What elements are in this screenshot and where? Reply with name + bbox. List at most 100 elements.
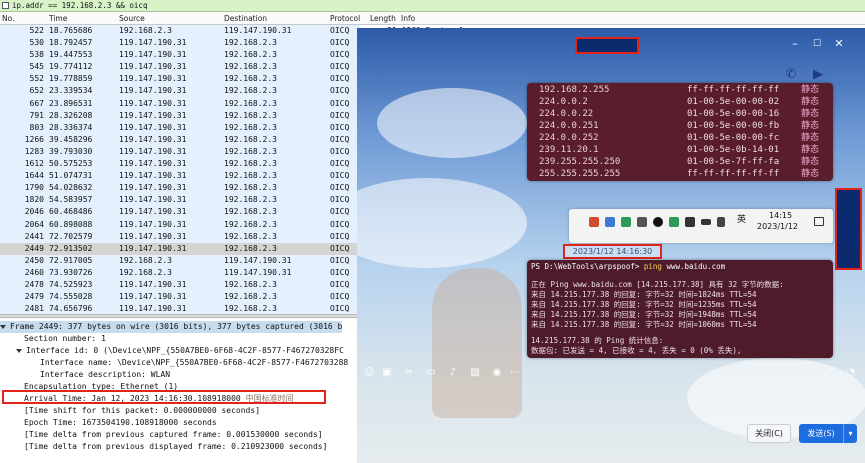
packet-row[interactable]: 1612 50.575253 119.147.190.31 192.168.2.3 OI… xyxy=(0,158,360,171)
image-icon[interactable]: ▨ xyxy=(469,367,481,379)
packet-row[interactable]: 538 19.447553 119.147.190.31 192.168.2.3 OIC… xyxy=(0,49,360,62)
packet-protocol: OICQ xyxy=(330,243,350,253)
packet-no: 791 xyxy=(29,110,44,120)
input-toolbar: ☺ ▣ ✂ ▭ ♪ ▨ ◉ ⋯ ⤢ ◔ xyxy=(357,362,865,384)
ping-output-line: 正在 Ping www.baidu.com [14.215.177.38] 具有… xyxy=(531,280,784,289)
packet-row[interactable]: 545 19.774112 119.147.190.31 192.168.2.3 OIC… xyxy=(0,61,360,74)
arp-table-screenshot[interactable]: 192.168.2.255 ff-ff-ff-ff-ff-ff 静态 224.0.0… xyxy=(527,83,833,181)
more-icon[interactable]: ⋯ xyxy=(509,367,521,379)
detail-interface-name-line[interactable]: Interface name: \Device\NPF_{550A7BE0-6F… xyxy=(40,357,348,369)
packet-protocol: OICQ xyxy=(330,231,350,241)
packet-row[interactable]: 2449 72.913502 119.147.190.31 192.168.2.3 OI… xyxy=(0,242,360,255)
folder-icon[interactable]: ▭ xyxy=(425,367,437,379)
gif-icon[interactable]: ▣ xyxy=(381,367,393,379)
packet-row[interactable]: 1283 39.793030 119.147.190.31 192.168.2.3 OI… xyxy=(0,145,360,159)
close-button[interactable]: 关闭(C) xyxy=(747,424,791,443)
ping-terminal-screenshot[interactable]: PS D:\WebTools\arpspoof> ping www.baidu.… xyxy=(527,260,833,358)
expand-arrow-icon[interactable] xyxy=(16,348,22,353)
packet-source: 119.147.190.31 xyxy=(119,292,187,302)
send-button[interactable]: 发送(S) xyxy=(799,424,843,443)
packet-time: 19.774112 xyxy=(49,62,93,72)
packet-row[interactable]: 1644 51.074731 119.147.190.31 192.168.2.3 OI… xyxy=(0,170,360,183)
packet-source: 119.147.190.31 xyxy=(119,183,187,193)
music-icon[interactable]: ♪ xyxy=(447,367,459,379)
minimize-icon[interactable]: – xyxy=(788,37,802,51)
packet-row[interactable]: 530 18.792457 119.147.190.31 192.168.2.3 OIC… xyxy=(0,37,360,50)
packet-row[interactable]: 652 23.339534 119.147.190.31 192.168.2.3 OIC… xyxy=(0,85,360,98)
packet-row[interactable]: 1820 54.583957 119.147.190.31 192.168.2.3 OI… xyxy=(0,194,360,207)
packet-row[interactable]: 1790 54.028632 119.147.190.31 192.168.2.3 OI… xyxy=(0,182,360,195)
column-header-info[interactable]: Info xyxy=(401,14,415,24)
detail-time-shift-line[interactable]: [Time shift for this packet: 0.000000000… xyxy=(24,405,260,417)
packet-no: 2479 xyxy=(24,292,44,302)
detail-section-line[interactable]: Section number: 1 xyxy=(24,333,106,345)
maximize-icon[interactable]: ☐ xyxy=(810,37,824,51)
packet-no: 545 xyxy=(29,62,44,72)
packet-row[interactable]: 791 28.326208 119.147.190.31 192.168.2.3 OIC… xyxy=(0,109,360,122)
taskbar-screenshot[interactable]: 英 14:15 2023/1/12 xyxy=(569,209,833,243)
app-icon xyxy=(621,217,631,227)
ping-output-line: 数据包: 已发送 = 4, 已接收 = 4, 丢失 = 0 (0% 丢失), xyxy=(531,346,742,355)
detail-delta-captured-line[interactable]: [Time delta from previous captured frame… xyxy=(24,429,323,441)
expand-icon[interactable]: ⤢ xyxy=(823,367,835,379)
packet-source: 119.147.190.31 xyxy=(119,134,187,144)
packet-time: 28.336374 xyxy=(49,122,93,132)
shake-icon[interactable]: ◉ xyxy=(491,367,503,379)
column-header-no[interactable]: No. xyxy=(2,14,14,24)
packet-destination: 192.168.2.3 xyxy=(224,62,277,72)
detail-frame-line[interactable]: Frame 2449: 377 bytes on wire (3016 bits… xyxy=(0,321,343,333)
packet-row[interactable]: 2478 74.525923 119.147.190.31 192.168.2.3 OI… xyxy=(0,278,360,292)
packet-row[interactable]: 552 19.778859 119.147.190.31 192.168.2.3 OIC… xyxy=(0,73,360,86)
packet-no: 1283 xyxy=(24,146,44,156)
packet-no: 1820 xyxy=(24,195,44,205)
packet-destination: 119.147.190.31 xyxy=(224,26,292,35)
packet-row[interactable]: 2450 72.917005 192.168.2.3 119.147.190.31 OI… xyxy=(0,254,360,267)
background-illustration xyxy=(432,268,522,418)
column-header-protocol[interactable]: Protocol xyxy=(330,14,360,24)
packet-row[interactable]: 522 18.765686 192.168.2.3 119.147.190.31 OIC… xyxy=(0,25,360,38)
display-filter-input[interactable]: ip.addr == 192.168.2.3 && oicq xyxy=(12,1,147,11)
packet-source: 119.147.190.31 xyxy=(119,38,187,48)
app-icon xyxy=(669,217,679,227)
column-header-length[interactable]: Length xyxy=(370,14,396,24)
packet-row[interactable]: 2479 74.555028 119.147.190.31 192.168.2.3 OI… xyxy=(0,291,360,304)
packet-no: 538 xyxy=(29,50,44,60)
app-icon xyxy=(637,217,647,227)
battery-icon xyxy=(701,219,711,225)
packet-protocol: OICQ xyxy=(330,86,350,96)
packet-destination: 192.168.2.3 xyxy=(224,279,277,289)
close-icon[interactable]: ✕ xyxy=(832,37,846,51)
history-icon[interactable]: ◔ xyxy=(845,367,857,379)
column-header-time[interactable]: Time xyxy=(49,14,67,24)
packet-no: 2441 xyxy=(24,231,44,241)
send-options-chevron-icon[interactable]: ▾ xyxy=(843,424,857,443)
screenshot-icon[interactable]: ✂ xyxy=(403,367,415,379)
voice-call-icon[interactable]: ✆ xyxy=(782,66,800,84)
detail-interface-desc-line[interactable]: Interface description: WLAN xyxy=(40,369,170,381)
packet-time: 60.468486 xyxy=(49,207,93,217)
emoji-icon[interactable]: ☺ xyxy=(363,367,375,379)
column-header-destination[interactable]: Destination xyxy=(224,14,267,24)
video-call-icon[interactable]: ▶ xyxy=(809,66,827,84)
column-header-source[interactable]: Source xyxy=(119,14,145,24)
packet-row[interactable]: 2441 72.702579 119.147.190.31 192.168.2.3 OI… xyxy=(0,230,360,243)
expand-arrow-icon[interactable] xyxy=(0,324,6,329)
packet-row[interactable]: 1266 39.458296 119.147.190.31 192.168.2.3 OI… xyxy=(0,133,360,146)
packet-row[interactable]: 667 23.896531 119.147.190.31 192.168.2.3 OIC… xyxy=(0,97,360,110)
packet-destination: 192.168.2.3 xyxy=(224,231,277,241)
packet-source: 119.147.190.31 xyxy=(119,98,187,108)
detail-interface-line[interactable]: Interface id: 0 (\Device\NPF_{550A7BE0-6… xyxy=(16,345,344,357)
packet-time: 74.555028 xyxy=(49,292,93,302)
packet-source: 119.147.190.31 xyxy=(119,62,187,72)
detail-epoch-line[interactable]: Epoch Time: 1673504190.108918000 seconds xyxy=(24,417,217,429)
packet-row[interactable]: 803 28.336374 119.147.190.31 192.168.2.3 OIC… xyxy=(0,121,360,134)
display-filter-bar[interactable]: ip.addr == 192.168.2.3 && oicq xyxy=(0,0,865,12)
packet-row[interactable]: 2460 73.930726 192.168.2.3 119.147.190.31 OI… xyxy=(0,266,360,279)
packet-source: 119.147.190.31 xyxy=(119,279,187,289)
packet-destination: 192.168.2.3 xyxy=(224,243,277,253)
packet-row[interactable]: 2064 60.898088 119.147.190.31 192.168.2.3 OI… xyxy=(0,218,360,231)
detail-delta-displayed-line[interactable]: [Time delta from previous displayed fram… xyxy=(24,441,327,453)
packet-no: 2046 xyxy=(24,207,44,217)
packet-row[interactable]: 2046 60.468486 119.147.190.31 192.168.2.3 OI… xyxy=(0,206,360,219)
filter-bookmark-icon[interactable] xyxy=(2,2,9,9)
